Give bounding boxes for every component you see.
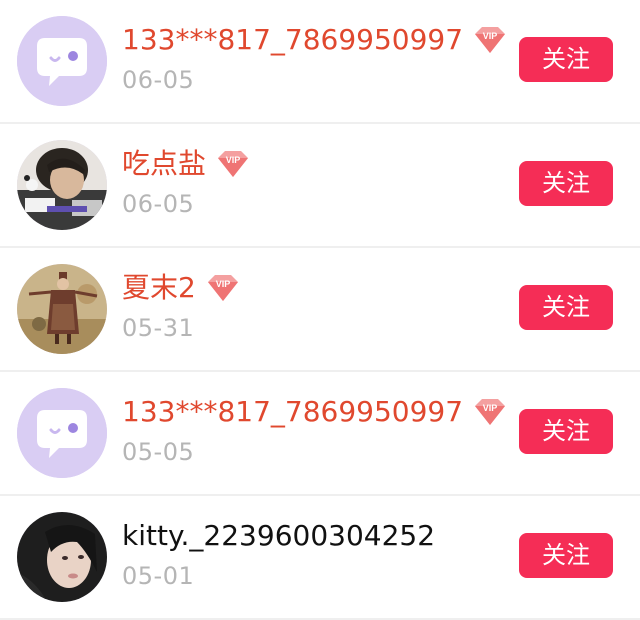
list-item[interactable]: 吃点盐 VIP 06-05 关注 <box>0 124 640 248</box>
follow-button[interactable]: 关注 <box>519 533 613 578</box>
follow-button[interactable]: 关注 <box>519 37 613 82</box>
painting-avatar <box>17 264 107 354</box>
vip-badge-icon: VIP <box>471 24 509 56</box>
follower-list: 133***817_7869950997 VIP 06-05 关注 吃点盐 VI… <box>0 0 640 620</box>
user-photo-avatar <box>17 140 107 230</box>
avatar[interactable] <box>17 16 107 106</box>
user-name[interactable]: 夏末2 <box>122 268 196 308</box>
default-chat-avatar-icon <box>17 16 107 106</box>
avatar[interactable] <box>17 140 107 230</box>
svg-text:VIP: VIP <box>226 155 241 165</box>
follow-date: 05-01 <box>122 562 195 590</box>
avatar[interactable] <box>17 388 107 478</box>
name-line: 133***817_7869950997 VIP <box>122 390 509 434</box>
avatar[interactable] <box>17 512 107 602</box>
follow-date: 05-05 <box>122 438 195 466</box>
follow-button[interactable]: 关注 <box>519 285 613 330</box>
follow-date: 06-05 <box>122 66 195 94</box>
name-line: kitty._2239600304252 <box>122 514 435 558</box>
svg-text:VIP: VIP <box>483 403 498 413</box>
user-name[interactable]: 133***817_7869950997 <box>122 392 463 432</box>
vip-badge-icon: VIP <box>214 148 252 180</box>
list-item[interactable]: kitty._2239600304252 05-01 关注 <box>0 496 640 620</box>
follow-date: 06-05 <box>122 190 195 218</box>
vip-badge-icon: VIP <box>471 396 509 428</box>
vip-badge-icon: VIP <box>204 272 242 304</box>
follow-button[interactable]: 关注 <box>519 409 613 454</box>
follow-button[interactable]: 关注 <box>519 161 613 206</box>
avatar[interactable] <box>17 264 107 354</box>
follow-date: 05-31 <box>122 314 195 342</box>
user-name[interactable]: kitty._2239600304252 <box>122 516 435 556</box>
list-item[interactable]: 133***817_7869950997 VIP 05-05 关注 <box>0 372 640 496</box>
svg-text:VIP: VIP <box>483 31 498 41</box>
name-line: 吃点盐 VIP <box>122 142 252 186</box>
svg-text:VIP: VIP <box>216 279 231 289</box>
list-item[interactable]: 夏末2 VIP 05-31 关注 <box>0 248 640 372</box>
user-name[interactable]: 吃点盐 <box>122 144 206 184</box>
name-line: 133***817_7869950997 VIP <box>122 18 509 62</box>
user-photo-avatar <box>17 512 107 602</box>
list-item[interactable]: 133***817_7869950997 VIP 06-05 关注 <box>0 0 640 124</box>
name-line: 夏末2 VIP <box>122 266 242 310</box>
user-name[interactable]: 133***817_7869950997 <box>122 20 463 60</box>
default-chat-avatar-icon <box>17 388 107 478</box>
